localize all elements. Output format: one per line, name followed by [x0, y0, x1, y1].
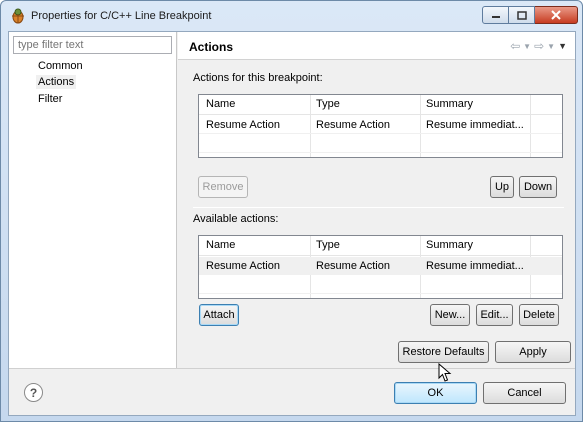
cell-type: Resume Action [316, 260, 390, 272]
column-header-summary[interactable]: Summary [426, 239, 473, 251]
column-header-name[interactable]: Name [206, 239, 235, 251]
mouse-cursor-icon [438, 363, 452, 382]
column-header-name[interactable]: Name [206, 98, 235, 110]
table-row[interactable]: Resume Action Resume Action Resume immed… [199, 257, 562, 275]
page-navigation: ⇦ ▼ ⇨ ▼ ▼ [510, 39, 567, 53]
column-header-summary[interactable]: Summary [426, 98, 473, 110]
breakpoint-actions-label: Actions for this breakpoint: [193, 72, 323, 84]
tree-item-common[interactable]: Common [36, 59, 85, 73]
tree-item-filter[interactable]: Filter [36, 92, 64, 106]
up-button[interactable]: Up [490, 176, 514, 198]
help-icon[interactable]: ? [24, 383, 43, 402]
cell-name: Resume Action [206, 119, 280, 131]
attach-button[interactable]: Attach [199, 304, 239, 326]
column-header-type[interactable]: Type [316, 98, 340, 110]
empty-row [199, 135, 562, 153]
cell-summary: Resume immediat... [426, 260, 524, 272]
cell-name: Resume Action [206, 260, 280, 272]
close-button[interactable] [535, 6, 578, 24]
table-header: Name Type Summary [199, 95, 562, 115]
tree-item-actions[interactable]: Actions [36, 75, 77, 89]
maximize-icon [516, 10, 527, 20]
cancel-button[interactable]: Cancel [483, 382, 566, 404]
minimize-button[interactable] [482, 6, 509, 24]
cell-summary: Resume immediat... [426, 119, 524, 131]
available-actions-table[interactable]: Name Type Summary Resume Action Resume A… [198, 235, 563, 299]
remove-button[interactable]: Remove [198, 176, 248, 198]
close-icon [551, 10, 561, 20]
dropdown-icon[interactable]: ▼ [523, 42, 531, 51]
new-action-button[interactable]: New... [430, 304, 470, 326]
bug-icon [10, 8, 26, 24]
page-header: Actions ⇦ ▼ ⇨ ▼ ▼ [178, 32, 575, 60]
empty-row [199, 276, 562, 294]
view-menu-icon[interactable]: ▼ [558, 41, 567, 51]
dropdown-icon[interactable]: ▼ [547, 42, 555, 51]
filter-input[interactable] [13, 36, 172, 54]
window-controls [482, 6, 578, 24]
dialog-client-area: Common Actions Filter Actions ⇦ ▼ ⇨ ▼ ▼ … [8, 31, 576, 416]
table-header: Name Type Summary [199, 236, 562, 256]
edit-action-button[interactable]: Edit... [476, 304, 513, 326]
table-row[interactable]: Resume Action Resume Action Resume immed… [199, 116, 562, 134]
dialog-button-bar: ? OK Cancel [9, 368, 575, 415]
category-tree-pane: Common Actions Filter [9, 32, 177, 368]
back-arrow-icon[interactable]: ⇦ [510, 39, 520, 53]
ok-button[interactable]: OK [394, 382, 477, 404]
restore-defaults-button[interactable]: Restore Defaults [398, 341, 489, 363]
available-actions-label: Available actions: [193, 213, 279, 225]
column-header-type[interactable]: Type [316, 239, 340, 251]
apply-button[interactable]: Apply [495, 341, 571, 363]
page-title: Actions [189, 40, 234, 54]
page-content: Actions ⇦ ▼ ⇨ ▼ ▼ Actions for this break… [178, 32, 575, 368]
down-button[interactable]: Down [519, 176, 557, 198]
cell-type: Resume Action [316, 119, 390, 131]
maximize-button[interactable] [509, 6, 535, 24]
forward-arrow-icon[interactable]: ⇨ [534, 39, 544, 53]
breakpoint-actions-table[interactable]: Name Type Summary Resume Action Resume A… [198, 94, 563, 158]
properties-dialog: Properties for C/C++ Line Breakpoint Com… [0, 0, 583, 422]
section-separator [193, 207, 564, 208]
minimize-icon [491, 16, 500, 18]
delete-action-button[interactable]: Delete [519, 304, 559, 326]
title-bar[interactable]: Properties for C/C++ Line Breakpoint [1, 1, 582, 31]
window-title: Properties for C/C++ Line Breakpoint [31, 10, 212, 22]
